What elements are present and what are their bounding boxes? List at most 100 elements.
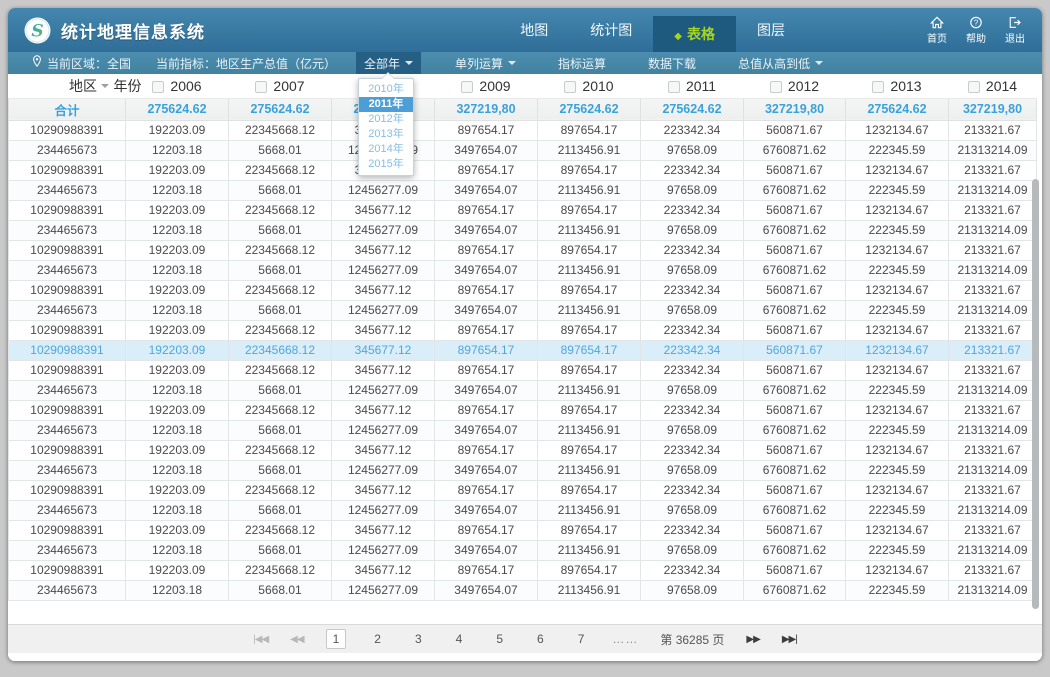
year-label: 2006 bbox=[170, 78, 201, 94]
year-option[interactable]: 2012年 bbox=[359, 112, 413, 127]
table-row[interactable]: 23446567312203.185668.0112456277.0934976… bbox=[9, 420, 1037, 440]
table-row[interactable]: 10290988391192203.0922345668.12345677.12… bbox=[9, 440, 1037, 460]
table-cell: 192203.09 bbox=[126, 520, 229, 540]
table-cell: 897654.17 bbox=[538, 360, 641, 380]
help-button[interactable]: ? 帮助 bbox=[963, 16, 989, 45]
vertical-scrollbar[interactable] bbox=[1032, 179, 1039, 609]
year-option-selected[interactable]: 2011年 bbox=[359, 97, 413, 112]
tab-table[interactable]: ◆表格 bbox=[653, 16, 736, 52]
page-number-button[interactable]: 2 bbox=[368, 630, 387, 648]
year-checkbox[interactable] bbox=[668, 81, 680, 93]
current-region: 当前区域：全国 bbox=[32, 52, 156, 74]
table-row[interactable]: 10290988391192203.0922345668.12345677.12… bbox=[9, 240, 1037, 260]
table-row[interactable]: 23446567312203.185668.0112456277.0934976… bbox=[9, 300, 1037, 320]
last-page-button[interactable]: ▶▶| bbox=[782, 634, 797, 645]
table-cell: 12456277.09 bbox=[332, 300, 435, 320]
year-column-header: 2012 bbox=[744, 74, 846, 98]
table-cell: 213321.67 bbox=[949, 360, 1037, 380]
table-cell: 5668.01 bbox=[229, 180, 332, 200]
year-checkbox[interactable] bbox=[255, 81, 267, 93]
year-option[interactable]: 2014年 bbox=[359, 142, 413, 157]
year-checkbox[interactable] bbox=[564, 81, 576, 93]
table-cell: 897654.17 bbox=[538, 160, 641, 180]
table-row[interactable]: 23446567312203.185668.0112456277.0934976… bbox=[9, 500, 1037, 520]
home-button[interactable]: 首页 bbox=[924, 16, 950, 45]
table-row[interactable]: 10290988391192203.0922345668.12345677.12… bbox=[9, 320, 1037, 340]
previous-page-button[interactable]: ◀◀ bbox=[290, 634, 303, 645]
tab-statistics-chart[interactable]: 统计图 bbox=[569, 8, 653, 52]
year-option[interactable]: 2013年 bbox=[359, 127, 413, 142]
table-cell: 345677.12 bbox=[332, 340, 435, 360]
table-cell: 192203.09 bbox=[126, 320, 229, 340]
logout-button[interactable]: 退出 bbox=[1002, 16, 1028, 45]
sort-order-button[interactable]: 总值从高到低 bbox=[730, 52, 831, 74]
table-row[interactable]: 23446567312203.185668.0112456277.0934976… bbox=[9, 220, 1037, 240]
table-row[interactable]: 10290988391192203.0922345668.12345677.12… bbox=[9, 360, 1037, 380]
table-cell: 97658.09 bbox=[641, 300, 744, 320]
table-row[interactable]: 10290988391192203.0922345668.12345677.12… bbox=[9, 560, 1037, 580]
year-checkbox[interactable] bbox=[968, 81, 980, 93]
table-row[interactable]: 10290988391192203.0922345668.12345677.12… bbox=[9, 160, 1037, 180]
page-number-button[interactable]: 5 bbox=[490, 630, 509, 648]
table-row[interactable]: 23446567312203.185668.0112456277.0934976… bbox=[9, 180, 1037, 200]
table-row[interactable]: 10290988391192203.0922345668.12345677.12… bbox=[9, 200, 1037, 220]
first-page-button[interactable]: |◀◀ bbox=[253, 634, 268, 645]
table-cell: 1232134.67 bbox=[846, 560, 949, 580]
table-cell: 222345.59 bbox=[846, 380, 949, 400]
page-number-button[interactable]: 3 bbox=[409, 630, 428, 648]
table-cell: 234465673 bbox=[9, 220, 126, 240]
table-cell: 560871.67 bbox=[744, 340, 846, 360]
toolbar: 当前区域：全国 当前指标：地区生产总值（亿元） 全部年 2010年2011年20… bbox=[8, 52, 1042, 74]
current-indicator: 当前指标：地区生产总值（亿元） bbox=[156, 52, 356, 74]
table-cell: 234465673 bbox=[9, 580, 126, 600]
table-cell: 223342.34 bbox=[641, 160, 744, 180]
table-cell: 560871.67 bbox=[744, 520, 846, 540]
table-cell: 3497654.07 bbox=[435, 420, 538, 440]
column-calc-button[interactable]: 单列运算 bbox=[447, 52, 524, 74]
table-row[interactable]: 10290988391192203.0922345668.12345677.12… bbox=[9, 120, 1037, 140]
year-checkbox[interactable] bbox=[461, 81, 473, 93]
table-row[interactable]: 10290988391192203.0922345668.12345677.12… bbox=[9, 480, 1037, 500]
table-row[interactable]: 23446567312203.185668.0112456277.0934976… bbox=[9, 380, 1037, 400]
indicator-calc-button[interactable]: 指标运算 bbox=[550, 52, 614, 74]
table-row[interactable]: 23446567312203.185668.0112456277.0934976… bbox=[9, 140, 1037, 160]
table-row[interactable]: 10290988391192203.0922345668.12345677.12… bbox=[9, 280, 1037, 300]
table-row[interactable]: 23446567312203.185668.0112456277.0934976… bbox=[9, 260, 1037, 280]
table-cell: 21313214.09 bbox=[949, 140, 1037, 160]
next-page-button[interactable]: ▶▶ bbox=[746, 634, 759, 645]
table-cell: 192203.09 bbox=[126, 340, 229, 360]
table-row[interactable]: 10290988391192203.0922345668.12345677.12… bbox=[9, 400, 1037, 420]
page-number-button[interactable]: 6 bbox=[531, 630, 550, 648]
year-option[interactable]: 2010年 bbox=[359, 82, 413, 97]
total-cell: 327219,80 bbox=[435, 98, 538, 120]
page-number-button[interactable]: 4 bbox=[450, 630, 469, 648]
table-cell: 12203.18 bbox=[126, 180, 229, 200]
year-filter-button[interactable]: 全部年 2010年2011年2012年2013年2014年2015年 bbox=[356, 52, 421, 74]
table-row-selected[interactable]: 10290988391192203.0922345668.12345677.12… bbox=[9, 340, 1037, 360]
table-cell: 12203.18 bbox=[126, 460, 229, 480]
table-cell: 345677.12 bbox=[332, 240, 435, 260]
table-cell: 10290988391 bbox=[9, 340, 126, 360]
table-cell: 22345668.12 bbox=[229, 400, 332, 420]
region-sort-button[interactable]: 地区 bbox=[69, 76, 109, 96]
year-checkbox[interactable] bbox=[770, 81, 782, 93]
table-cell: 10290988391 bbox=[9, 320, 126, 340]
year-checkbox[interactable] bbox=[152, 81, 164, 93]
page-number-button[interactable]: 7 bbox=[572, 630, 591, 648]
table-cell: 1232134.67 bbox=[846, 520, 949, 540]
table-row[interactable]: 23446567312203.185668.0112456277.0934976… bbox=[9, 460, 1037, 480]
location-pin-icon bbox=[32, 55, 42, 71]
table-cell: 21313214.09 bbox=[949, 380, 1037, 400]
table-row[interactable]: 23446567312203.185668.0112456277.0934976… bbox=[9, 540, 1037, 560]
table-cell: 1232134.67 bbox=[846, 120, 949, 140]
total-cell: 275624.62 bbox=[846, 98, 949, 120]
data-download-button[interactable]: 数据下载 bbox=[640, 52, 704, 74]
table-row[interactable]: 10290988391192203.0922345668.12345677.12… bbox=[9, 520, 1037, 540]
year-checkbox[interactable] bbox=[872, 81, 884, 93]
year-option[interactable]: 2015年 bbox=[359, 157, 413, 172]
svg-text:?: ? bbox=[974, 18, 979, 27]
tab-map[interactable]: 地图 bbox=[499, 8, 569, 52]
tab-layers[interactable]: 图层 bbox=[736, 8, 806, 52]
page-number-current[interactable]: 1 bbox=[326, 629, 347, 649]
table-row[interactable]: 23446567312203.185668.0112456277.0934976… bbox=[9, 580, 1037, 600]
